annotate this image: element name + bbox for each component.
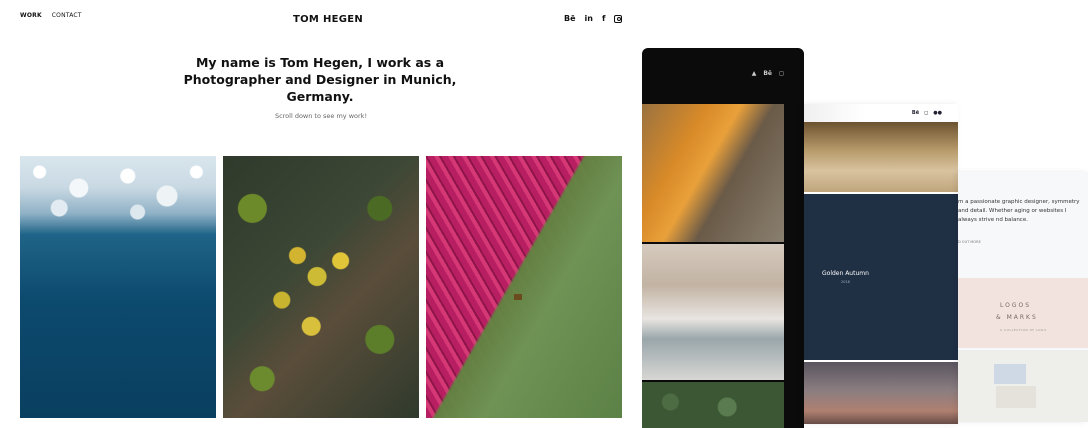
behance-icon: Bē [763, 70, 773, 77]
preview-light-site: Bē ◻ ●● Golden Autumn 2018 [804, 104, 958, 424]
preview-portfolio-site: m a passionate graphic designer, symmetr… [958, 172, 1088, 422]
preview-dark-site: ▲ Bē ◻ [642, 48, 804, 428]
find-out-more: D OUT MORE [958, 240, 981, 244]
stationery-photo [958, 350, 1088, 422]
behance-icon: Bē [911, 110, 920, 116]
tractor-detail [514, 294, 522, 300]
golden-autumn-card: Golden Autumn 2018 [804, 194, 958, 360]
main-nav: WORK CONTACT [20, 12, 82, 19]
photo-tulip-field[interactable] [426, 156, 622, 418]
light-social-icons: Bē ◻ ●● [912, 110, 942, 116]
golden-autumn-year: 2018 [841, 280, 850, 284]
facebook-icon[interactable]: f [602, 14, 605, 23]
nav-contact-link[interactable]: CONTACT [52, 12, 82, 19]
logos-title-2: & MARKS [996, 314, 1038, 321]
forest-photo [642, 382, 784, 428]
business-card [994, 364, 1026, 384]
instagram-icon[interactable] [614, 14, 623, 23]
twitter-icon: ▲ [751, 70, 757, 77]
logos-subtitle: A COLLECTION OF LOGO [1000, 328, 1047, 332]
paper-card [996, 386, 1036, 408]
sky-photo [804, 362, 958, 424]
social-links: Bē in f [564, 14, 623, 23]
logos-title-1: LOGOS [1000, 302, 1032, 309]
photo-ice-aerial[interactable] [20, 156, 216, 418]
instagram-icon: ◻ [779, 70, 784, 77]
architecture-photo [642, 104, 784, 242]
scroll-hint: Scroll down to see my work! [274, 112, 368, 120]
golden-autumn-title: Golden Autumn [822, 270, 869, 277]
site-logo[interactable]: TOM HEGEN [293, 14, 363, 25]
flickr-icon: ●● [933, 110, 942, 116]
instagram-icon: ◻ [924, 110, 929, 116]
building-photo [642, 244, 784, 380]
sand-photo [804, 122, 958, 192]
about-text: m a passionate graphic designer, symmetr… [958, 199, 1080, 223]
nav-work-link[interactable]: WORK [20, 12, 42, 19]
linkedin-icon[interactable]: in [585, 14, 593, 23]
photo-trees-aerial[interactable] [223, 156, 419, 418]
logos-card: LOGOS & MARKS A COLLECTION OF LOGO [958, 278, 1088, 348]
intro-headline: My name is Tom Hegen, I work as a Photog… [183, 55, 457, 104]
dark-social-icons: ▲ Bē ◻ [752, 70, 784, 77]
behance-icon[interactable]: Bē [564, 14, 576, 23]
